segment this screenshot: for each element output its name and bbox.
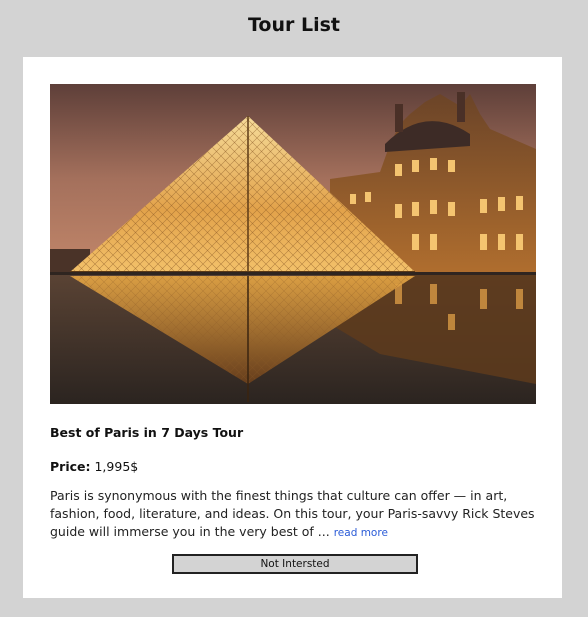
tour-description: Paris is synonymous with the finest thin… <box>50 487 540 542</box>
not-interested-button[interactable]: Not Intersted <box>172 554 418 574</box>
tour-image <box>50 84 536 404</box>
tour-card: Best of Paris in 7 Days Tour Price: 1,99… <box>23 57 562 598</box>
tour-description-text: Paris is synonymous with the finest thin… <box>50 488 535 539</box>
price-value: 1,995$ <box>94 459 139 474</box>
price-label: Price: <box>50 459 91 474</box>
tour-name: Best of Paris in 7 Days Tour <box>50 425 244 440</box>
tour-price: Price: 1,995$ <box>50 459 138 474</box>
read-more-link[interactable]: read more <box>334 527 388 539</box>
page-title: Tour List <box>247 14 340 36</box>
